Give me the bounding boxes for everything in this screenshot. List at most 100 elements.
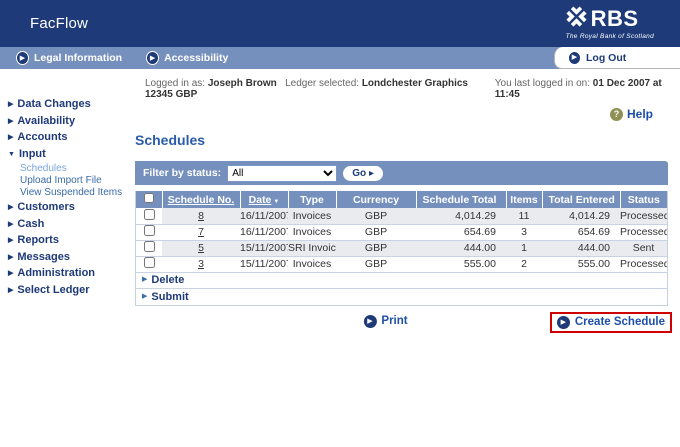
row-checkbox[interactable]	[144, 257, 155, 268]
cell-currency: GBP	[336, 256, 416, 272]
schedule-link[interactable]: 3	[198, 258, 204, 270]
status-filter-select[interactable]: All	[227, 165, 337, 182]
sidebar-item-select-ledger[interactable]: ▶ Select Ledger	[8, 284, 135, 296]
chevron-down-icon: ▼	[8, 151, 15, 158]
main-content: Schedules Filter by status: All Go ▶	[135, 132, 668, 337]
cell-schedule-no: 3	[162, 256, 240, 272]
cell-schedule-total: 4,014.29	[416, 208, 506, 224]
sidebar-item-cash[interactable]: ▶Cash	[8, 218, 135, 230]
sidebar-item-upload-import-file[interactable]: Upload Import File	[20, 175, 135, 186]
row-checkbox[interactable]	[144, 241, 155, 252]
sidebar-label: Messages	[17, 251, 70, 263]
go-label: Go	[352, 168, 366, 179]
col-date-label: Date	[249, 194, 272, 206]
cell-date: 15/11/2007	[240, 256, 288, 272]
delete-label: Delete	[151, 274, 184, 286]
print-label: Print	[381, 315, 407, 327]
sidebar-item-input[interactable]: ▼Input	[8, 148, 135, 160]
cell-type: Invoices	[288, 208, 336, 224]
nav-legal-information[interactable]: ▶ Legal Information	[16, 51, 122, 65]
delete-button[interactable]: ▶ Delete	[136, 273, 667, 289]
sidebar-item-availability[interactable]: ▶ Availability	[8, 115, 135, 127]
chevron-right-icon: ▶	[8, 133, 13, 141]
rbs-daisy-icon	[566, 6, 587, 32]
sidebar-item-reports[interactable]: ▶Reports	[8, 234, 135, 246]
schedule-link[interactable]: 8	[198, 210, 204, 222]
cell-items: 2	[506, 256, 542, 272]
cell-status: Processed	[620, 224, 667, 240]
logged-in-user: Joseph Brown	[208, 78, 277, 89]
chevron-right-icon: ▶	[8, 253, 13, 261]
sidebar-item-messages[interactable]: ▶ Messages	[8, 251, 135, 263]
col-type: Type	[288, 191, 336, 208]
table-row: 3 15/11/2007 Invoices GBP 555.00 2 555.0…	[136, 256, 667, 272]
cell-total-entered: 555.00	[542, 256, 620, 272]
sort-desc-icon: ▼	[273, 199, 279, 205]
cell-items: 1	[506, 240, 542, 256]
brand-tagline: The Royal Bank of Scotland	[566, 33, 654, 40]
arrow-right-icon: ▶	[369, 170, 374, 177]
table-row: 5 15/11/2007 SRI Invoices GBP 444.00 1 4…	[136, 240, 667, 256]
col-schedule-no[interactable]: Schedule No.	[162, 191, 240, 208]
cell-schedule-total: 555.00	[416, 256, 506, 272]
help-label: Help	[627, 107, 653, 121]
row-checkbox[interactable]	[144, 209, 155, 220]
sidebar-label: Customers	[17, 201, 74, 213]
sidebar-item-customers[interactable]: ▶ Customers	[8, 201, 135, 213]
nav-accessibility-label: Accessibility	[164, 52, 228, 64]
brand-name: RBS	[591, 6, 639, 32]
logout-label: Log Out	[586, 52, 626, 64]
sidebar-item-view-suspended-items[interactable]: View Suspended Items	[20, 187, 135, 198]
schedule-link[interactable]: 7	[198, 226, 204, 238]
sidebar-label: Accounts	[17, 131, 67, 143]
rbs-logo: RBS The Royal Bank of Scotland	[566, 6, 654, 40]
nav-legal-information-label: Legal Information	[34, 52, 122, 64]
submit-button[interactable]: ▶ Submit	[136, 289, 667, 305]
cell-schedule-no: 5	[162, 240, 240, 256]
cell-total-entered: 654.69	[542, 224, 620, 240]
arrow-circle-icon: ▶	[363, 315, 376, 328]
help-link[interactable]: ? Help	[610, 107, 653, 121]
sidebar-item-schedules[interactable]: Schedules	[20, 163, 135, 174]
ledger-label: Ledger selected:	[285, 78, 359, 89]
schedule-link[interactable]: 5	[198, 242, 204, 254]
arrow-circle-icon: ▶	[146, 51, 159, 65]
nav-accessibility[interactable]: ▶ Accessibility	[146, 51, 228, 65]
sidebar-label: Availability	[17, 115, 75, 127]
page-title: Schedules	[135, 132, 668, 148]
col-schedule-total: Schedule Total	[416, 191, 506, 208]
chevron-right-icon: ▶	[8, 269, 13, 277]
last-login: You last logged in on: 01 Dec 2007 at 11…	[495, 78, 675, 100]
logout-button[interactable]: ▶ Log Out	[554, 47, 680, 69]
select-all-checkbox[interactable]	[144, 193, 154, 203]
row-checkbox-cell	[136, 256, 162, 272]
facflow-window: FacFlow RBS The Royal Bank of Scotland	[0, 0, 680, 447]
arrow-circle-icon: ▶	[568, 51, 581, 65]
cell-date: 16/11/2007	[240, 224, 288, 240]
create-schedule-button[interactable]: ▶ Create Schedule	[550, 312, 672, 333]
sidebar-label: Select Ledger	[17, 284, 89, 296]
chevron-right-icon: ▶	[8, 220, 13, 228]
chevron-right-icon: ▶	[8, 117, 13, 125]
cell-items: 11	[506, 208, 542, 224]
sidebar-item-data-changes[interactable]: ▶Data Changes	[8, 98, 135, 110]
top-nav: ▶ Legal Information ▶ Accessibility ▶ Lo…	[0, 47, 680, 69]
chevron-right-icon: ▶	[8, 203, 13, 211]
schedules-panel: Schedule No. Date▼ Type Currency Schedul…	[135, 191, 668, 306]
sidebar-item-administration[interactable]: ▶ Administration	[8, 267, 135, 279]
go-button[interactable]: Go ▶	[343, 166, 383, 181]
cell-currency: GBP	[336, 240, 416, 256]
table-row: 8 16/11/2007 Invoices GBP 4,014.29 11 4,…	[136, 208, 667, 224]
arrow-circle-icon: ▶	[557, 316, 570, 329]
print-button[interactable]: ▶ Print	[363, 315, 407, 328]
row-checkbox[interactable]	[144, 225, 155, 236]
filter-label: Filter by status:	[143, 167, 221, 179]
chevron-right-icon: ▶	[8, 286, 13, 294]
sidebar-item-accounts[interactable]: ▶ Accounts	[8, 131, 135, 143]
sidebar-label: Administration	[17, 267, 95, 279]
sidebar-label: Data Changes	[17, 98, 90, 110]
chevron-right-icon: ▶	[8, 236, 13, 244]
sidebar-nav: ▶Data Changes ▶Availability ▶Accounts ▼I…	[8, 98, 135, 300]
col-date[interactable]: Date▼	[240, 191, 288, 208]
cell-status: Processed	[620, 256, 667, 272]
